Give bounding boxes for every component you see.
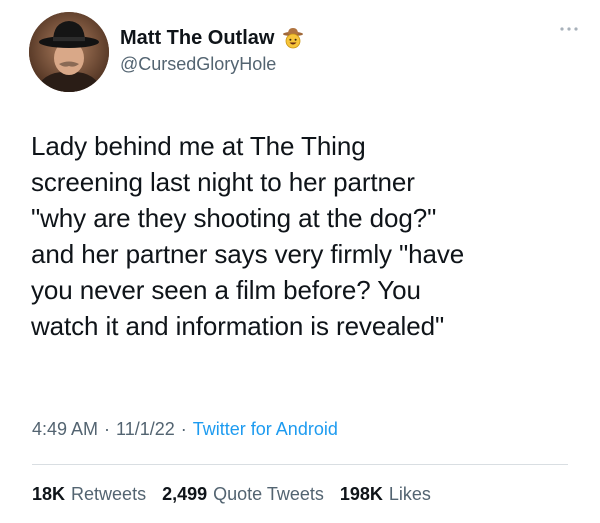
tweet-time[interactable]: 4:49 AM (32, 419, 98, 440)
more-dots-icon[interactable] (559, 22, 579, 36)
author-handle[interactable]: @CursedGloryHole (120, 54, 304, 75)
meta-separator: · (180, 419, 187, 439)
divider (32, 464, 568, 465)
retweets-stat[interactable]: 18K Retweets (32, 484, 146, 505)
tweet-meta: 4:49 AM · 11/1/22 · Twitter for Android (32, 419, 338, 440)
tweet-date[interactable]: 11/1/22 (116, 419, 175, 440)
tweet-source-link[interactable]: Twitter for Android (193, 419, 338, 440)
meta-separator: · (104, 419, 111, 439)
cowboy-face-icon (282, 27, 304, 49)
tweet-text: Lady behind me at The Thing screening la… (31, 131, 465, 341)
tweet-card: Matt The Outlaw @CursedGloryHole Lady be… (0, 0, 600, 523)
retweets-label: Retweets (71, 484, 147, 504)
name-row: Matt The Outlaw (120, 24, 304, 52)
display-name[interactable]: Matt The Outlaw (120, 27, 274, 50)
likes-label: Likes (388, 484, 431, 504)
likes-count: 198K (339, 484, 383, 504)
avatar-image (29, 12, 109, 92)
likes-stat[interactable]: 198K Likes (340, 484, 431, 505)
avatar[interactable] (29, 12, 109, 92)
quote-tweets-label: Quote Tweets (213, 484, 324, 504)
quote-tweets-stat[interactable]: 2,499 Quote Tweets (162, 484, 324, 505)
author-block: Matt The Outlaw @CursedGloryHole (120, 24, 304, 75)
quote-tweets-count: 2,499 (162, 484, 208, 504)
tweet-stats: 18K Retweets 2,499 Quote Tweets 198K Lik… (32, 484, 431, 505)
retweets-count: 18K (32, 484, 66, 504)
